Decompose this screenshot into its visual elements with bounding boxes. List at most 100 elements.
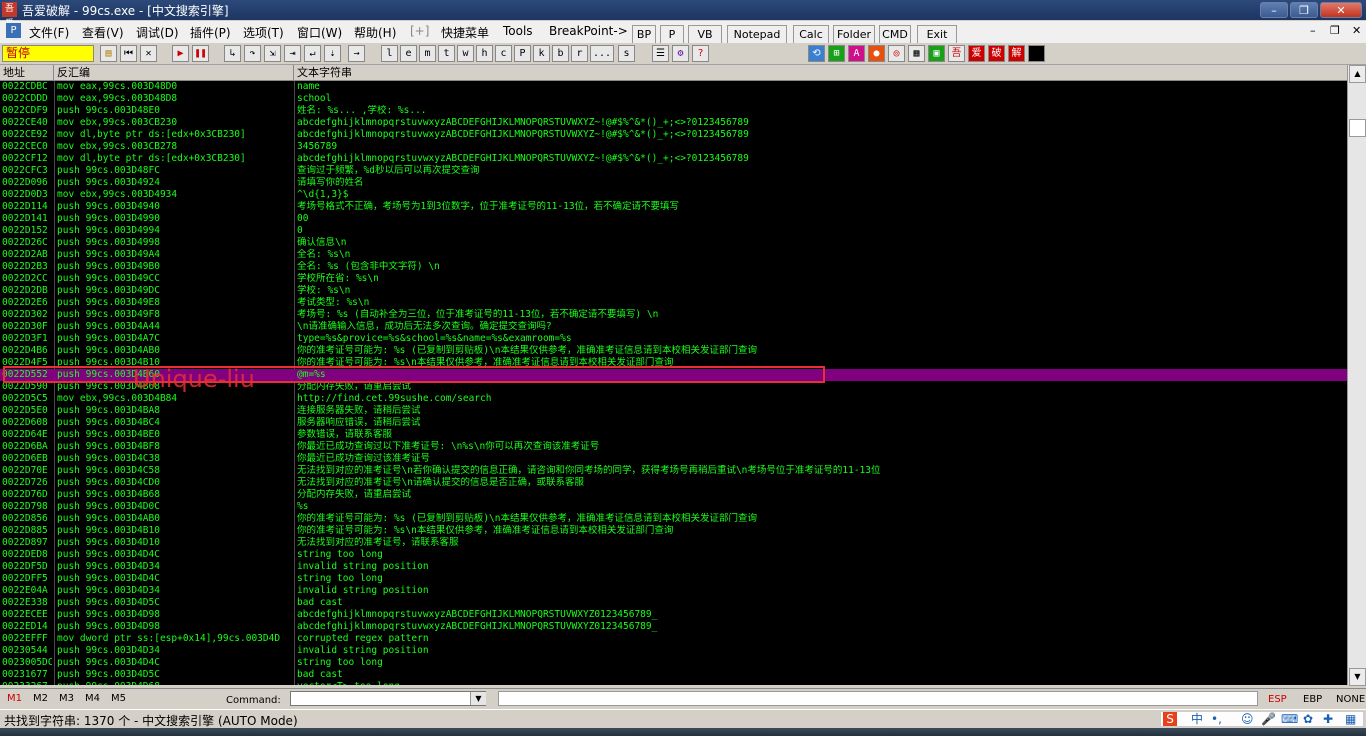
table-row[interactable]: 0022D885 push 99cs.003D4B10 你的准考证号可能为: %s\… [0, 525, 1347, 537]
chevron-down-icon[interactable]: ▼ [470, 692, 486, 705]
menu-debug[interactable]: 调试(D) [136, 24, 179, 41]
table-row[interactable]: 0022D302 push 99cs.003D49F8 考场号: %s (自动补全为… [0, 309, 1347, 321]
notepad-button[interactable]: Notepad [727, 25, 787, 45]
close-button[interactable]: ✕ [1320, 2, 1362, 18]
table-row[interactable]: 0022D856 push 99cs.003D4AB0 你的准考证号可能为: %s … [0, 513, 1347, 525]
tab-m1[interactable]: M1 [7, 693, 22, 704]
table-row[interactable]: 0023005DC push 99cs.003D4D4C string too lo… [0, 657, 1347, 669]
trace-into-icon[interactable]: ⇲ [264, 45, 281, 62]
step-over-icon[interactable]: ↷ [244, 45, 261, 62]
menu-breakpoint[interactable]: BreakPoint-> [549, 24, 628, 38]
table-row[interactable]: 0022D897 push 99cs.003D4D10 无法找到对应的准考证号，请联… [0, 537, 1347, 549]
toolbar-s[interactable]: s [618, 45, 635, 62]
table-row[interactable]: 0022D64E push 99cs.003D4BE0 参数错误，请联系客服 [0, 429, 1347, 441]
toolbar-w[interactable]: w [457, 45, 474, 62]
table-row[interactable]: 0022CEC0 mov ebx,99cs.003CB278 3456789 [0, 141, 1347, 153]
table-row[interactable]: 0022CF12 mov dl,byte ptr ds:[edx+0x3CB230… [0, 153, 1347, 165]
header-address[interactable]: 地址 [0, 65, 54, 80]
emoji-icon[interactable]: ☺ [1241, 712, 1254, 726]
folder-button[interactable]: Folder [833, 25, 875, 45]
table-row[interactable]: 0022E04A push 99cs.003D4D34 invalid string… [0, 585, 1347, 597]
microphone-icon[interactable]: 🎤 [1261, 712, 1276, 726]
menu-plus[interactable]: [+] [410, 24, 429, 38]
reg-none[interactable]: NONE [1336, 694, 1365, 705]
table-row[interactable]: 0022D726 push 99cs.003D4CD0 无法找到对应的准考证号\n请… [0, 477, 1347, 489]
list-icon[interactable]: ☰ [652, 45, 669, 62]
menu-window[interactable]: 窗口(W) [297, 24, 342, 41]
pause-icon[interactable]: ❚❚ [192, 45, 209, 62]
rewind-icon[interactable]: ⏮ [120, 45, 137, 62]
menu-file[interactable]: 文件(F) [29, 24, 69, 41]
table-row[interactable]: 0022EFFF mov dword ptr ss:[esp+0x14],99cs… [0, 633, 1347, 645]
child-minimize-button[interactable]: – [1310, 24, 1316, 37]
open-icon[interactable]: ▤ [100, 45, 117, 62]
table-row[interactable]: 0022D6EB push 99cs.003D4C38 你最近已成功查询过该准考证号 [0, 453, 1347, 465]
table-row[interactable]: 0022D2AB push 99cs.003D49A4 全名: %s\n [0, 249, 1347, 261]
sogou-icon[interactable]: S [1163, 712, 1177, 726]
vertical-scrollbar[interactable]: ▲ ▼ [1347, 65, 1366, 686]
options-icon[interactable]: ⚙ [672, 45, 689, 62]
scroll-thumb[interactable] [1349, 119, 1366, 137]
table-row[interactable]: 0022D152 push 99cs.003D4994 0 [0, 225, 1347, 237]
window-icon[interactable]: ▣ [928, 45, 945, 62]
table-row[interactable]: 0022D4B6 push 99cs.003D4AB0 你的准考证号可能为: %s … [0, 345, 1347, 357]
table-row[interactable]: 0022CDBC mov eax,99cs.003D48D0 name [0, 81, 1347, 93]
menu-plugins[interactable]: 插件(P) [190, 24, 231, 41]
table-row[interactable]: 0022DFF5 push 99cs.003D4D4C string too lon… [0, 573, 1347, 585]
table-row[interactable]: 0022D6BA push 99cs.003D4BF8 你最近已成功查询过以下准考证… [0, 441, 1347, 453]
header-text-strings[interactable]: 文本字符串 [294, 65, 1347, 80]
menu-options[interactable]: 选项(T) [243, 24, 284, 41]
table-row[interactable]: 0022D114 push 99cs.003D4940 考场号格式不正确，考场号为1… [0, 201, 1347, 213]
table-row[interactable]: 0022D141 push 99cs.003D4990 00 [0, 213, 1347, 225]
minimize-button[interactable]: – [1260, 2, 1288, 18]
table-row[interactable]: 0022D5E0 push 99cs.003D4BA8 连接服务器失败，请稍后尝试 [0, 405, 1347, 417]
table-row[interactable]: 0022CFC3 push 99cs.003D48FC 查询过于频繁，%d秒以后可以… [0, 165, 1347, 177]
table-row[interactable]: 0022D5C5 mov ebx,99cs.003D4B84 http://find… [0, 393, 1347, 405]
cmd-button[interactable]: CMD [879, 25, 911, 45]
execute-till-user-icon[interactable]: ⇣ [324, 45, 341, 62]
table-row[interactable]: 0022CDDD mov eax,99cs.003D48D8 school [0, 93, 1347, 105]
vb-button[interactable]: VB [688, 25, 722, 45]
toolbar-t[interactable]: t [438, 45, 455, 62]
table-row[interactable]: 0022ED14 push 99cs.003D4D98 abcdefghijklmn… [0, 621, 1347, 633]
a-icon[interactable]: A [848, 45, 865, 62]
child-close-button[interactable]: ✕ [1352, 24, 1361, 37]
wu-icon[interactable]: 吾 [948, 45, 965, 62]
tab-m5[interactable]: M5 [111, 693, 126, 704]
scroll-down-icon[interactable]: ▼ [1349, 668, 1366, 686]
toolbar-l[interactable]: l [381, 45, 398, 62]
jie-icon[interactable]: 解 [1008, 45, 1025, 62]
command-input[interactable] [290, 691, 486, 706]
table-row[interactable]: 00231677 push 99cs.003D4D5C bad cast [0, 669, 1347, 681]
table-row[interactable]: 0022D798 push 99cs.003D4D0C %s [0, 501, 1347, 513]
toolbar-e[interactable]: e [400, 45, 417, 62]
tab-m2[interactable]: M2 [33, 693, 48, 704]
record-icon[interactable]: ● [868, 45, 885, 62]
calc-button[interactable]: Calc [793, 25, 829, 45]
toolbar-b[interactable]: b [552, 45, 569, 62]
table-row[interactable]: 0022E338 push 99cs.003D4D5C bad cast [0, 597, 1347, 609]
table-row[interactable]: 0022D30F push 99cs.003D4A44 \n请准确输入信息，成功后无… [0, 321, 1347, 333]
ime-lang[interactable]: 中 [1191, 712, 1203, 726]
table-row[interactable]: 0022D26C push 99cs.003D4998 确认信息\n [0, 237, 1347, 249]
keyboard-icon[interactable]: ⌨ [1281, 712, 1298, 726]
table-row[interactable]: 0022D0D3 mov ebx,99cs.003D4934 ^\d{1,3}$ [0, 189, 1347, 201]
p-button[interactable]: P [660, 25, 684, 45]
table-row[interactable]: 0022D2CC push 99cs.003D49CC 学校所在省: %s\n [0, 273, 1347, 285]
scroll-up-icon[interactable]: ▲ [1349, 65, 1366, 83]
menu-shortcuts[interactable]: 快捷菜单 [441, 24, 489, 41]
toolbox-icon[interactable]: ✚ [1323, 712, 1333, 726]
toolbar-dots[interactable]: ... [590, 45, 614, 62]
table-row[interactable]: 0022CE92 mov dl,byte ptr ds:[edx+0x3CB230… [0, 129, 1347, 141]
menu-help[interactable]: 帮助(H) [354, 24, 396, 41]
punctuation-icon[interactable]: •, [1211, 712, 1222, 726]
step-into-icon[interactable]: ↳ [224, 45, 241, 62]
table-row[interactable]: 0022DF5D push 99cs.003D4D34 invalid string… [0, 561, 1347, 573]
run-icon[interactable]: ▶ [172, 45, 189, 62]
table-row[interactable]: 0022D608 push 99cs.003D4BC4 服务器响应错误，请稍后尝试 [0, 417, 1347, 429]
toolbar-r[interactable]: r [571, 45, 588, 62]
table-row[interactable]: 0022D2B3 push 99cs.003D49B0 全名: %s (包含非中文字… [0, 261, 1347, 273]
table-row[interactable]: 0022D2E6 push 99cs.003D49E8 考试类型: %s\n [0, 297, 1347, 309]
header-disassembly[interactable]: 反汇编 [54, 65, 294, 80]
toolbar-h[interactable]: h [476, 45, 493, 62]
